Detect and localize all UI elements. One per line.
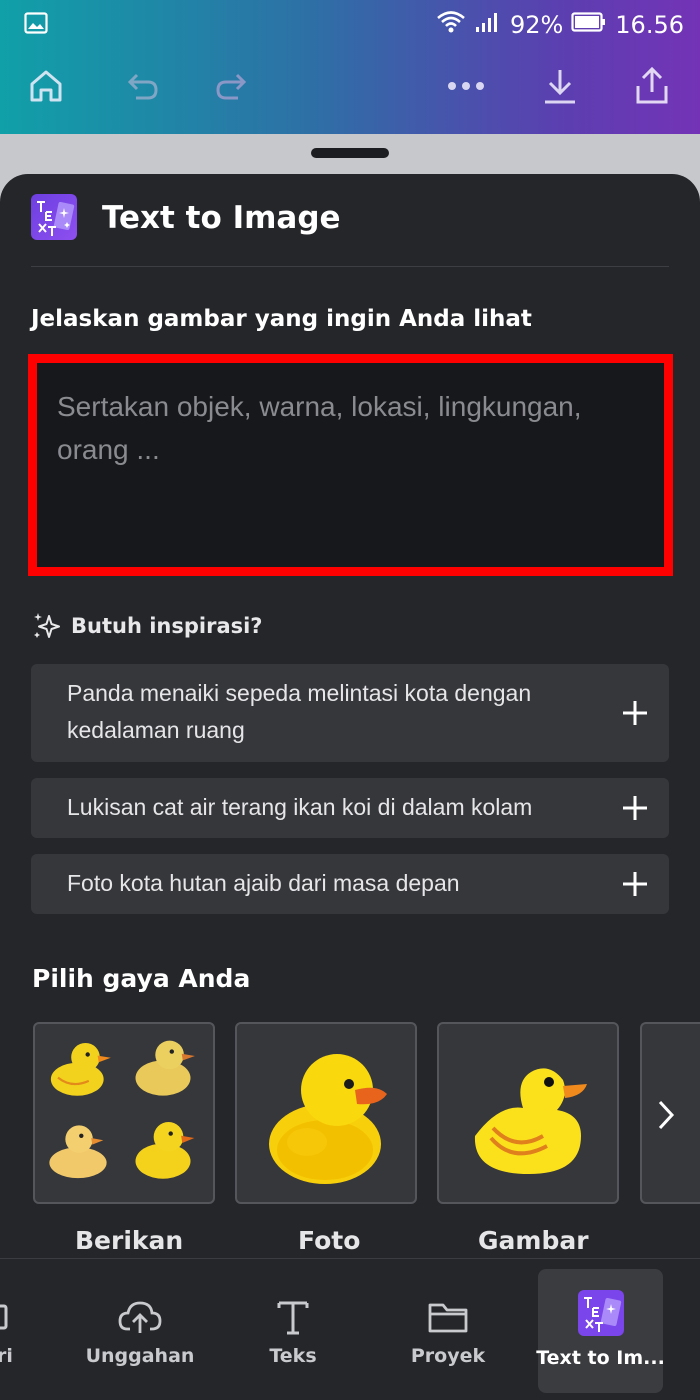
suggestion-item[interactable]: Lukisan cat air terang ikan koi di dalam…: [31, 778, 669, 838]
text-icon: [277, 1301, 309, 1335]
style-label: Berikan: [75, 1226, 184, 1255]
prompt-input[interactable]: [57, 385, 644, 545]
suggestion-text: Lukisan cat air terang ikan koi di dalam…: [67, 794, 533, 820]
battery-icon: [571, 11, 607, 39]
nav-label: ri: [0, 1345, 13, 1367]
share-icon: [636, 66, 668, 104]
style-label: Foto: [298, 1226, 361, 1255]
cloud-upload-icon: [118, 1301, 162, 1333]
nav-item-text-to-image[interactable]: Text to Im...: [536, 1259, 665, 1400]
more-button[interactable]: [442, 60, 490, 112]
bottom-navigation: ri Unggahan Teks Proyek Text to Im...: [0, 1258, 700, 1400]
app-header: 92% 16.56: [0, 0, 700, 134]
editor-toolbar: [0, 60, 700, 118]
undo-icon: [127, 73, 158, 100]
suggestion-item[interactable]: Panda menaiki sepeda melintasi kota deng…: [31, 664, 669, 762]
sparkle-icon: [34, 613, 60, 638]
suggestion-text: Panda menaiki sepeda melintasi kota deng…: [67, 680, 532, 743]
folder-icon: [428, 1303, 468, 1333]
image-notification-icon: [24, 12, 48, 38]
nav-item-partial[interactable]: ri: [0, 1259, 20, 1400]
style-option-foto[interactable]: [235, 1022, 417, 1204]
clock: 16.56: [615, 11, 684, 39]
text-to-image-app-icon: [577, 1290, 624, 1336]
prompt-input-container: [28, 354, 673, 576]
text-to-image-app-icon: [31, 194, 77, 240]
plus-icon[interactable]: [621, 794, 649, 822]
inspiration-header: Butuh inspirasi?: [31, 610, 263, 642]
more-icon: [448, 82, 484, 90]
nav-item-proyek[interactable]: Proyek: [408, 1259, 488, 1400]
nav-label: Unggahan: [85, 1345, 195, 1367]
divider: [31, 266, 669, 267]
share-button[interactable]: [628, 60, 676, 112]
next-style-button[interactable]: [640, 1022, 700, 1204]
rubber-duck-drawing-image: [474, 1068, 587, 1174]
prompt-label: Jelaskan gambar yang ingin Anda lihat: [31, 306, 532, 332]
plus-icon[interactable]: [621, 870, 649, 898]
rubber-duck-photo-image: [269, 1054, 387, 1184]
home-icon: [30, 70, 62, 102]
home-button[interactable]: [22, 60, 70, 112]
style-option-berikan[interactable]: [33, 1022, 215, 1204]
redo-button[interactable]: [208, 60, 256, 112]
plus-icon[interactable]: [621, 699, 649, 727]
status-bar: 92% 16.56: [0, 0, 700, 48]
inspiration-label: Butuh inspirasi?: [71, 614, 263, 638]
text-to-image-panel: Text to Image Jelaskan gambar yang ingin…: [0, 174, 700, 1400]
style-option-gambar[interactable]: [437, 1022, 619, 1204]
nav-item-unggahan[interactable]: Unggahan: [85, 1259, 195, 1400]
nav-label: Proyek: [410, 1345, 486, 1367]
nav-label: Text to Im...: [536, 1347, 665, 1369]
nav-label: Teks: [269, 1345, 317, 1367]
style-label: Gambar: [478, 1226, 589, 1255]
download-button[interactable]: [536, 60, 584, 112]
redo-icon: [216, 73, 247, 100]
signal-icon: [474, 11, 502, 39]
undo-button[interactable]: [118, 60, 166, 112]
wifi-icon: [436, 8, 466, 42]
drag-handle[interactable]: [311, 148, 389, 158]
download-icon: [545, 70, 575, 104]
style-heading: Pilih gaya Anda: [32, 964, 251, 993]
rubber-duck-collage-image: [49, 1040, 195, 1179]
nav-item-teks[interactable]: Teks: [260, 1259, 326, 1400]
chevron-right-icon: [658, 1100, 675, 1130]
battery-percent: 92%: [509, 11, 564, 39]
panel-title: Text to Image: [102, 200, 341, 236]
suggestion-text: Foto kota hutan ajaib dari masa depan: [67, 870, 460, 896]
partial-icon: [0, 1304, 8, 1330]
suggestion-item[interactable]: Foto kota hutan ajaib dari masa depan: [31, 854, 669, 914]
